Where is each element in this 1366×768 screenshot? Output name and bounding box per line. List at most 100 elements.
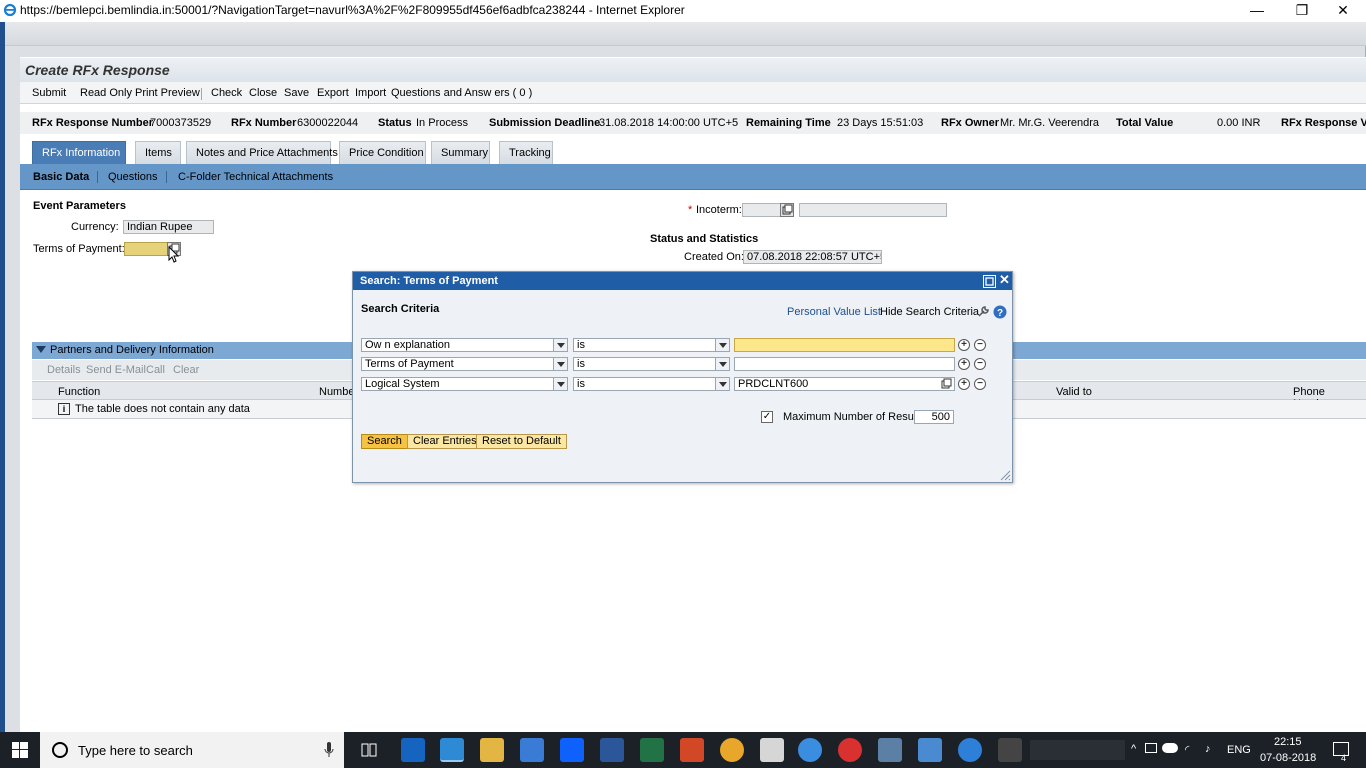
tab-summary[interactable]: Summary bbox=[431, 141, 490, 164]
help-icon[interactable]: ? bbox=[993, 305, 1007, 319]
tab-rfx-information[interactable]: RFx Information bbox=[32, 141, 126, 164]
created-on-value: 07.08.2018 22:08:57 UTC+5 bbox=[743, 250, 882, 264]
word-icon[interactable] bbox=[600, 738, 624, 762]
incoterm-location-input[interactable] bbox=[799, 203, 947, 217]
subtab-cfolder-attachments[interactable]: C-Folder Technical Attachments bbox=[178, 171, 333, 183]
details-button[interactable]: Details bbox=[47, 364, 81, 376]
recording-toolbar[interactable] bbox=[1030, 740, 1125, 760]
dialog-titlebar[interactable]: Search: Terms of Payment ✕ bbox=[353, 272, 1012, 290]
record-app-icon[interactable] bbox=[838, 738, 862, 762]
criteria-field-dropdown[interactable]: Ow n explanation bbox=[361, 338, 568, 352]
value-help-icon[interactable] bbox=[940, 378, 952, 390]
personal-value-list-link[interactable]: Personal Value List bbox=[787, 306, 881, 318]
tray-chevron-icon[interactable]: ^ bbox=[1131, 743, 1136, 755]
tray-time[interactable]: 22:15 bbox=[1274, 736, 1302, 748]
excel-icon[interactable] bbox=[640, 738, 664, 762]
wrench-icon[interactable] bbox=[977, 305, 990, 318]
remove-row-icon[interactable]: − bbox=[974, 358, 986, 370]
close-dialog-button[interactable]: ✕ bbox=[998, 273, 1011, 288]
tray-volume-icon[interactable]: ♪ bbox=[1205, 743, 1211, 755]
close-button[interactable]: Close bbox=[249, 87, 277, 99]
mail-icon[interactable] bbox=[760, 738, 784, 762]
chevron-down-icon bbox=[715, 339, 729, 351]
operator-dropdown[interactable]: is bbox=[573, 377, 730, 391]
store-icon[interactable] bbox=[520, 738, 544, 762]
column-valid-to[interactable]: Valid to bbox=[1056, 386, 1092, 398]
minimize-button[interactable]: — bbox=[1234, 0, 1280, 22]
add-row-icon[interactable]: + bbox=[958, 339, 970, 351]
subtab-bar: Basic Data Questions C-Folder Technical … bbox=[20, 164, 1366, 190]
add-row-icon[interactable]: + bbox=[958, 358, 970, 370]
chevron-down-icon bbox=[553, 358, 567, 370]
export-button[interactable]: Export bbox=[317, 87, 349, 99]
clear-entries-button[interactable]: Clear Entries bbox=[407, 434, 483, 449]
tab-notes-attachments[interactable]: Notes and Price Attachments bbox=[186, 141, 338, 164]
print-preview-button[interactable]: Print Preview bbox=[135, 87, 200, 99]
top-strip bbox=[5, 22, 1366, 46]
operator-dropdown[interactable]: is bbox=[573, 338, 730, 352]
search-button[interactable]: Search bbox=[361, 434, 408, 449]
chrome-icon[interactable] bbox=[720, 738, 744, 762]
subtab-questions[interactable]: Questions bbox=[108, 171, 158, 183]
remove-row-icon[interactable]: − bbox=[974, 378, 986, 390]
tray-onedrive-icon[interactable] bbox=[1162, 743, 1178, 753]
edge-icon[interactable] bbox=[401, 738, 425, 762]
criteria-value-input[interactable] bbox=[734, 357, 955, 371]
read-only-button[interactable]: Read Only bbox=[80, 87, 132, 99]
column-function[interactable]: Function bbox=[58, 386, 100, 398]
help-app-icon[interactable] bbox=[958, 738, 982, 762]
terms-of-payment-input[interactable] bbox=[124, 242, 168, 256]
incoterm-help-button[interactable] bbox=[780, 203, 794, 217]
questions-answers-button[interactable]: Questions and Answ ers ( 0 ) bbox=[391, 87, 532, 99]
windows-start-icon[interactable] bbox=[12, 742, 28, 758]
max-results-checkbox[interactable]: ✓ bbox=[761, 411, 773, 423]
tab-tracking[interactable]: Tracking bbox=[499, 141, 553, 164]
internet-explorer-taskbar-icon[interactable] bbox=[440, 738, 464, 762]
call-button[interactable]: Call bbox=[146, 364, 165, 376]
tray-network-icon[interactable]: ◜ bbox=[1185, 743, 1189, 756]
collapse-triangle-icon[interactable] bbox=[36, 346, 46, 353]
chevron-down-icon bbox=[715, 378, 729, 390]
powerpoint-icon[interactable] bbox=[680, 738, 704, 762]
import-button[interactable]: Import bbox=[355, 87, 386, 99]
resize-grip-icon[interactable] bbox=[999, 469, 1011, 481]
add-row-icon[interactable]: + bbox=[958, 378, 970, 390]
submit-button[interactable]: Submit bbox=[32, 87, 66, 99]
tray-battery-icon[interactable] bbox=[1145, 743, 1157, 753]
dropbox-icon[interactable] bbox=[560, 738, 584, 762]
tray-language[interactable]: ENG bbox=[1227, 744, 1251, 756]
tab-price-condition[interactable]: Price Condition bbox=[339, 141, 426, 164]
maximize-dialog-button[interactable] bbox=[983, 275, 996, 288]
taskbar-search-box[interactable]: Type here to search bbox=[40, 732, 344, 768]
search-criteria-header: Search Criteria bbox=[361, 303, 440, 315]
max-results-input[interactable]: 500 bbox=[914, 410, 954, 424]
operator-dropdown[interactable]: is bbox=[573, 357, 730, 371]
save-button[interactable]: Save bbox=[284, 87, 309, 99]
send-email-button[interactable]: Send E-Mail bbox=[86, 364, 146, 376]
criteria-field-dropdown[interactable]: Terms of Payment bbox=[361, 357, 568, 371]
remove-row-icon[interactable]: − bbox=[974, 339, 986, 351]
people-icon[interactable] bbox=[998, 738, 1022, 762]
criteria-value-input[interactable]: PRDCLNT600 bbox=[734, 377, 955, 391]
response-version-label: RFx Response Ve bbox=[1281, 117, 1366, 129]
microphone-icon[interactable] bbox=[324, 742, 334, 758]
check-button[interactable]: Check bbox=[211, 87, 242, 99]
criteria-field-dropdown[interactable]: Logical System bbox=[361, 377, 568, 391]
restore-button[interactable]: ❐ bbox=[1279, 0, 1325, 22]
remaining-time-value: 23 Days 15:51:03 bbox=[837, 117, 924, 129]
hide-search-criteria-link[interactable]: Hide Search Criteria bbox=[880, 306, 979, 318]
subtab-basic-data[interactable]: Basic Data bbox=[33, 171, 89, 183]
criteria-field-value: Terms of Payment bbox=[365, 358, 454, 370]
file-explorer-icon[interactable] bbox=[480, 738, 504, 762]
tab-items[interactable]: Items bbox=[135, 141, 181, 164]
tray-date[interactable]: 07-08-2018 bbox=[1260, 752, 1316, 764]
response-number-label: RFx Response Number bbox=[32, 117, 154, 129]
task-view-icon[interactable] bbox=[361, 743, 377, 757]
snowflake-app-2-icon[interactable] bbox=[918, 738, 942, 762]
reset-to-default-button[interactable]: Reset to Default bbox=[476, 434, 567, 449]
r-app-icon[interactable] bbox=[798, 738, 822, 762]
snowflake-app-icon[interactable] bbox=[878, 738, 902, 762]
close-window-button[interactable]: ✕ bbox=[1320, 0, 1366, 22]
clear-button[interactable]: Clear bbox=[173, 364, 199, 376]
criteria-value-input[interactable] bbox=[734, 338, 955, 352]
